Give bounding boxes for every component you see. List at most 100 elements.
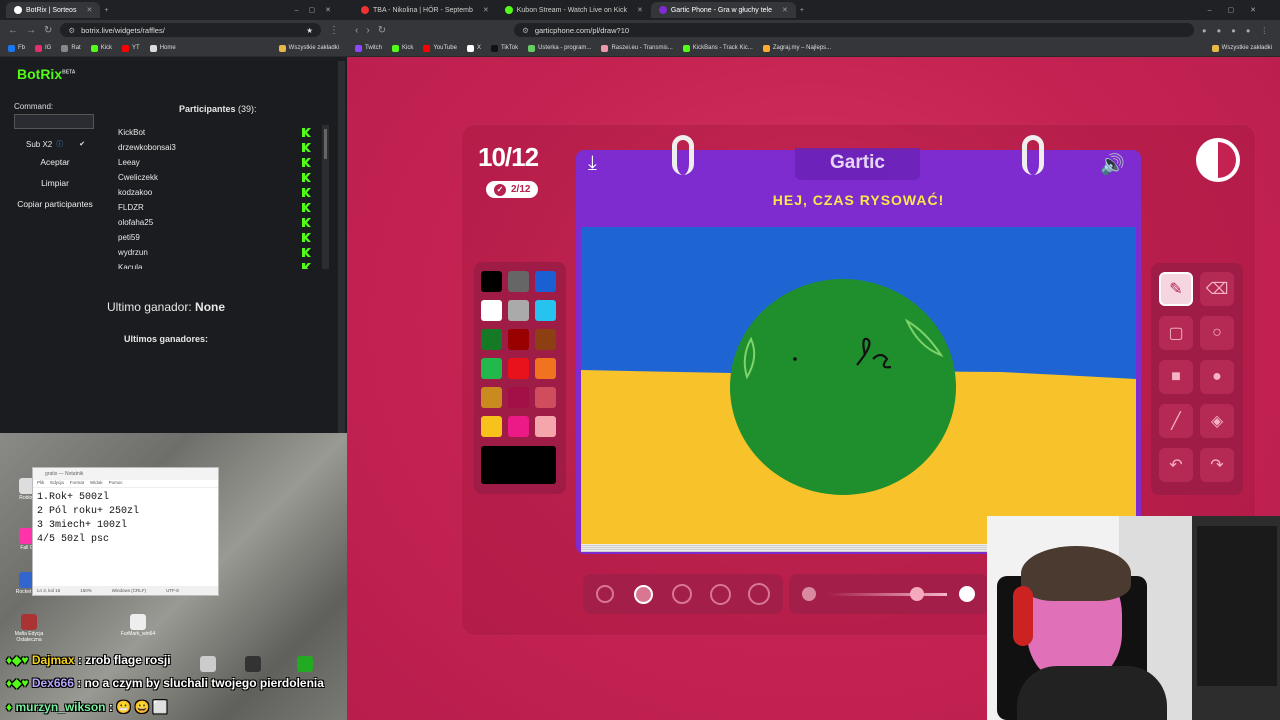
desktop-icon-fmenu[interactable] [240,656,266,673]
color-swatch[interactable] [535,271,556,292]
bookmark-item[interactable]: Twitch [355,44,382,52]
eraser-icon[interactable]: ⌫ [1200,272,1234,306]
menu-plik[interactable]: Plik [37,480,44,487]
menu-pomoc[interactable]: Pomoc [109,480,123,487]
bookmark-item[interactable]: Wszystkie zakładki [1211,44,1272,52]
line-icon[interactable]: ╱ [1159,404,1193,438]
bucket-icon[interactable]: ◈ [1200,404,1234,438]
site-info-icon[interactable]: ⚙ [522,26,529,35]
color-swatch[interactable] [535,358,556,379]
bookmark-item[interactable]: Usterka - program... [528,44,591,52]
bookmark-all[interactable]: Wszystkie zakładki [278,44,339,52]
participant-row[interactable]: Kacula [118,260,311,269]
stroke-size-option[interactable] [596,585,614,603]
desktop-icon-furmark[interactable]: FurMark_win64 [118,614,158,637]
color-swatch[interactable] [508,271,529,292]
color-swatch[interactable] [508,358,529,379]
window-controls-icon[interactable]: –▢✕ [295,6,341,14]
menu-widok[interactable]: Widok [90,480,103,487]
color-swatch[interactable] [535,416,556,437]
new-tab-icon[interactable]: + [104,7,108,14]
close-icon[interactable]: ✕ [86,6,92,14]
color-swatch[interactable] [481,416,502,437]
participant-row[interactable]: KickBot [118,125,311,140]
bookmark-rat[interactable]: Rat [61,44,81,52]
aceptar-button[interactable]: Aceptar [0,157,110,167]
limpiar-button[interactable]: Limpiar [0,178,110,188]
bookmark-item[interactable]: Kick [392,44,413,52]
window-controls-icon[interactable]: –▢✕ [1208,6,1272,14]
bookmark-item[interactable]: TikTok [490,44,518,52]
rectangle-fill-icon[interactable]: ■ [1159,360,1193,394]
tab-tba[interactable]: TBA - Nikolina | HÖR - Septemb ✕ [353,2,497,18]
new-tab-icon[interactable]: + [800,7,804,14]
bookmark-item[interactable]: Raszei.eu - Transmis... [601,44,673,52]
bookmark-item[interactable]: KickBans - Track Kic... [682,44,753,52]
back-icon[interactable]: ← [8,25,18,36]
page-scrollbar[interactable] [338,61,345,433]
color-swatch[interactable] [535,387,556,408]
extensions-icon[interactable]: ● ● ● ● ⋮ [1202,26,1272,35]
sound-icon[interactable]: 🔊 [1100,152,1125,177]
tab-kubon[interactable]: Kubon Stream - Watch Live on Kick ✕ [497,2,651,18]
bookmark-item[interactable]: YouTube [423,44,457,52]
participant-row[interactable]: kodzakoo [118,185,311,200]
participant-row[interactable]: FLDZR [118,200,311,215]
participant-row[interactable]: peti59 [118,230,311,245]
bookmark-ig[interactable]: IG [35,44,51,52]
rectangle-outline-icon[interactable]: ▢ [1159,316,1193,350]
redo-icon[interactable]: ↷ [1200,448,1234,482]
url-field[interactable]: ⚙ garticphone.com/pl/draw?10 [514,23,1195,37]
stroke-size-option[interactable] [672,584,692,604]
menu-format[interactable]: Format [70,480,84,487]
stroke-size-option[interactable] [634,584,653,604]
bookmark-kick[interactable]: Kick [90,44,112,52]
tab-gartic[interactable]: Gartic Phone - Gra w głuchy tele ✕ [650,2,796,18]
color-swatch[interactable] [481,387,502,408]
tab-botrix[interactable]: BotRix | Sorteos ✕ [6,2,101,18]
participant-row[interactable]: wydrzun [118,245,311,260]
desktop-icon-quickcpu[interactable] [195,656,221,673]
participants-scrollbar[interactable] [322,125,329,269]
copiar-participantes-button[interactable]: Copiar participantes [0,199,110,209]
circle-outline-icon[interactable]: ○ [1200,316,1234,350]
drawing-canvas[interactable] [581,227,1136,544]
color-swatch[interactable] [508,300,529,321]
forward-icon[interactable]: → [26,25,36,36]
participant-row[interactable]: Cweliczekk [118,170,311,185]
color-swatch[interactable] [508,329,529,350]
color-swatch[interactable] [481,300,502,321]
extensions-icon[interactable]: ⋮ [329,25,339,36]
color-swatch[interactable] [481,358,502,379]
reload-icon[interactable]: ↻ [378,25,386,36]
pencil-icon[interactable]: ✎ [1159,272,1193,306]
star-icon[interactable]: ★ [306,26,313,35]
desktop-icon-msi-afterburner[interactable] [292,656,318,673]
forward-icon[interactable]: › [366,25,369,36]
participant-row[interactable]: drzewkobonsai3 [118,140,311,155]
reload-icon[interactable]: ↻ [44,25,52,36]
stroke-size-option[interactable] [748,583,770,605]
desktop-icon-mafia[interactable]: Mafia Edycja Ostateczna [14,614,44,643]
color-swatch[interactable] [481,271,502,292]
color-swatch[interactable] [508,387,529,408]
color-swatch[interactable] [535,329,556,350]
stroke-size-option[interactable] [710,583,731,605]
command-input[interactable] [14,114,94,129]
notepad-window[interactable]: gratis — Notatnik Plik Edycja Format Wid… [32,467,219,596]
undo-icon[interactable]: ↶ [1159,448,1193,482]
bookmark-fb[interactable]: Fb [8,44,25,52]
circle-fill-icon[interactable]: ● [1200,360,1234,394]
url-field[interactable]: ⚙ botrix.live/widgets/raffles/ ★ [60,23,321,37]
participant-row[interactable]: olofaha25 [118,215,311,230]
opacity-knob[interactable] [910,587,924,601]
participant-row[interactable]: Leeay [118,155,311,170]
participants-list[interactable]: KickBot drzewkobonsai3 Leeay Cweliczekk kodz… [118,125,311,269]
checkbox-checked-icon[interactable]: ✔ [79,140,85,148]
bookmark-item[interactable]: Zagraj.my – Najleps... [762,44,831,52]
opacity-track[interactable] [827,593,947,596]
site-info-icon[interactable]: ⚙ [68,26,75,35]
download-icon[interactable]: ⤓ [588,152,597,175]
bookmark-home[interactable]: Home [149,44,176,52]
back-icon[interactable]: ‹ [355,25,358,36]
